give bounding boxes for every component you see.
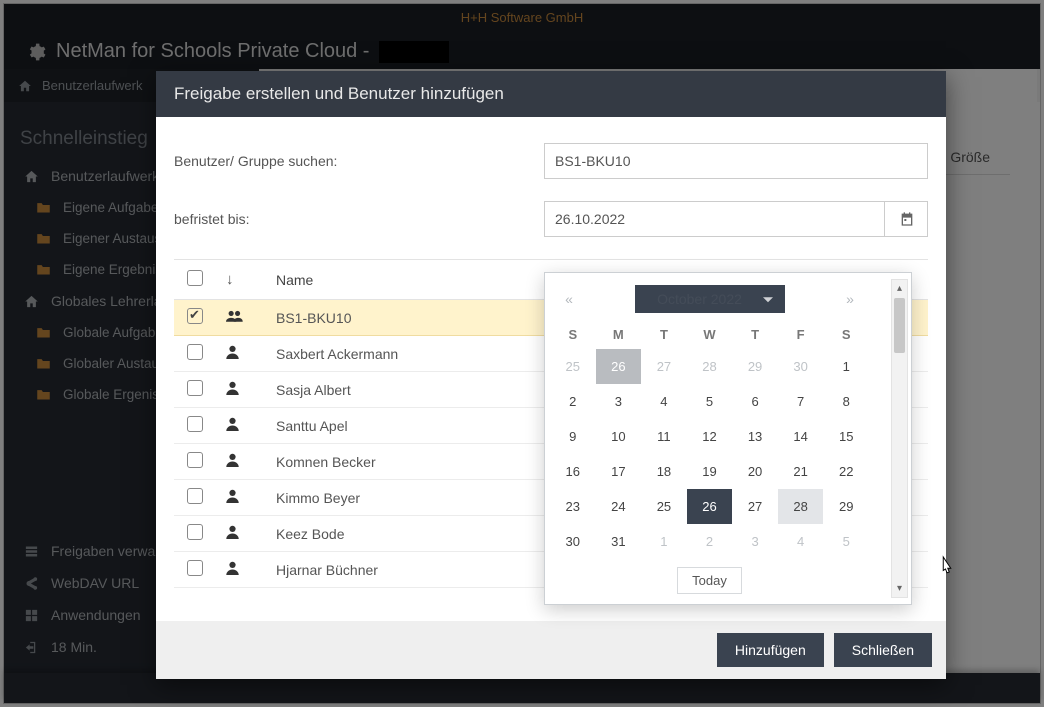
cal-day[interactable]: 29 xyxy=(732,349,778,384)
cal-dow: M xyxy=(596,320,642,349)
cal-day[interactable]: 14 xyxy=(778,419,824,454)
row-checkbox[interactable] xyxy=(187,344,203,360)
cal-day[interactable]: 22 xyxy=(823,454,869,489)
row-checkbox[interactable] xyxy=(187,380,203,396)
user-icon xyxy=(226,561,239,575)
cal-day[interactable]: 19 xyxy=(687,454,733,489)
cal-day[interactable]: 3 xyxy=(596,384,642,419)
cal-day[interactable]: 5 xyxy=(823,524,869,559)
col-sort[interactable]: ↓ xyxy=(216,260,266,300)
calendar-icon xyxy=(899,211,915,227)
user-icon xyxy=(226,489,239,503)
cal-day[interactable]: 1 xyxy=(641,524,687,559)
cal-day[interactable]: 27 xyxy=(641,349,687,384)
user-icon xyxy=(226,345,239,359)
cal-day[interactable]: 31 xyxy=(596,524,642,559)
cal-day[interactable]: 13 xyxy=(732,419,778,454)
cal-day[interactable]: 25 xyxy=(641,489,687,524)
scroll-down-icon[interactable]: ▾ xyxy=(892,580,907,597)
group-icon xyxy=(226,309,244,323)
calendar-popup: « October 2022 » SMTWTFS2526272829301234… xyxy=(544,272,912,605)
cal-day[interactable]: 18 xyxy=(641,454,687,489)
cal-dow: S xyxy=(823,320,869,349)
row-checkbox[interactable] xyxy=(187,452,203,468)
cal-dow: S xyxy=(550,320,596,349)
cal-day[interactable]: 8 xyxy=(823,384,869,419)
date-label: befristet bis: xyxy=(174,211,544,227)
search-input[interactable] xyxy=(544,143,928,179)
user-icon xyxy=(226,453,239,467)
scroll-up-icon[interactable]: ▴ xyxy=(892,280,907,297)
cal-day[interactable]: 30 xyxy=(778,349,824,384)
search-label: Benutzer/ Gruppe suchen: xyxy=(174,153,544,169)
add-button[interactable]: Hinzufügen xyxy=(717,633,824,667)
cal-day[interactable]: 26 xyxy=(687,489,733,524)
cal-day[interactable]: 11 xyxy=(641,419,687,454)
user-icon xyxy=(226,417,239,431)
cal-next-button[interactable]: » xyxy=(836,285,864,313)
cal-dow: W xyxy=(687,320,733,349)
cal-month-select[interactable]: October 2022 xyxy=(635,285,785,313)
row-checkbox[interactable] xyxy=(187,308,203,324)
cal-dow: T xyxy=(732,320,778,349)
cal-day[interactable]: 4 xyxy=(778,524,824,559)
date-input[interactable] xyxy=(544,201,928,237)
cal-day[interactable]: 15 xyxy=(823,419,869,454)
cal-day[interactable]: 21 xyxy=(778,454,824,489)
cal-day[interactable]: 2 xyxy=(687,524,733,559)
cal-day[interactable]: 25 xyxy=(550,349,596,384)
modal-share: Freigabe erstellen und Benutzer hinzufüg… xyxy=(156,71,946,679)
col-checkbox[interactable] xyxy=(174,260,216,300)
scroll-thumb[interactable] xyxy=(894,298,905,353)
cal-day[interactable]: 23 xyxy=(550,489,596,524)
cal-day[interactable]: 6 xyxy=(732,384,778,419)
cal-day[interactable]: 28 xyxy=(687,349,733,384)
cal-day[interactable]: 20 xyxy=(732,454,778,489)
cal-day[interactable]: 24 xyxy=(596,489,642,524)
calendar-button[interactable] xyxy=(884,201,928,237)
cal-today-button[interactable]: Today xyxy=(677,567,742,594)
close-button[interactable]: Schließen xyxy=(834,633,932,667)
cal-prev-button[interactable]: « xyxy=(555,285,583,313)
cal-scrollbar[interactable]: ▴ ▾ xyxy=(891,279,908,598)
cal-day[interactable]: 9 xyxy=(550,419,596,454)
cal-day[interactable]: 16 xyxy=(550,454,596,489)
cal-day[interactable]: 29 xyxy=(823,489,869,524)
cal-day[interactable]: 12 xyxy=(687,419,733,454)
cal-day[interactable]: 27 xyxy=(732,489,778,524)
cal-day[interactable]: 2 xyxy=(550,384,596,419)
row-checkbox[interactable] xyxy=(187,416,203,432)
cal-dow: T xyxy=(641,320,687,349)
row-checkbox[interactable] xyxy=(187,560,203,576)
cal-dow: F xyxy=(778,320,824,349)
cal-day[interactable]: 26 xyxy=(596,349,642,384)
cal-day[interactable]: 30 xyxy=(550,524,596,559)
row-checkbox[interactable] xyxy=(187,488,203,504)
cal-day[interactable]: 17 xyxy=(596,454,642,489)
user-icon xyxy=(226,525,239,539)
cal-day[interactable]: 5 xyxy=(687,384,733,419)
cal-day[interactable]: 1 xyxy=(823,349,869,384)
cal-day[interactable]: 7 xyxy=(778,384,824,419)
cal-day[interactable]: 28 xyxy=(778,489,824,524)
row-checkbox[interactable] xyxy=(187,524,203,540)
modal-title: Freigabe erstellen und Benutzer hinzufüg… xyxy=(156,71,946,117)
cal-day[interactable]: 4 xyxy=(641,384,687,419)
user-icon xyxy=(226,381,239,395)
cal-day[interactable]: 3 xyxy=(732,524,778,559)
cal-day[interactable]: 10 xyxy=(596,419,642,454)
